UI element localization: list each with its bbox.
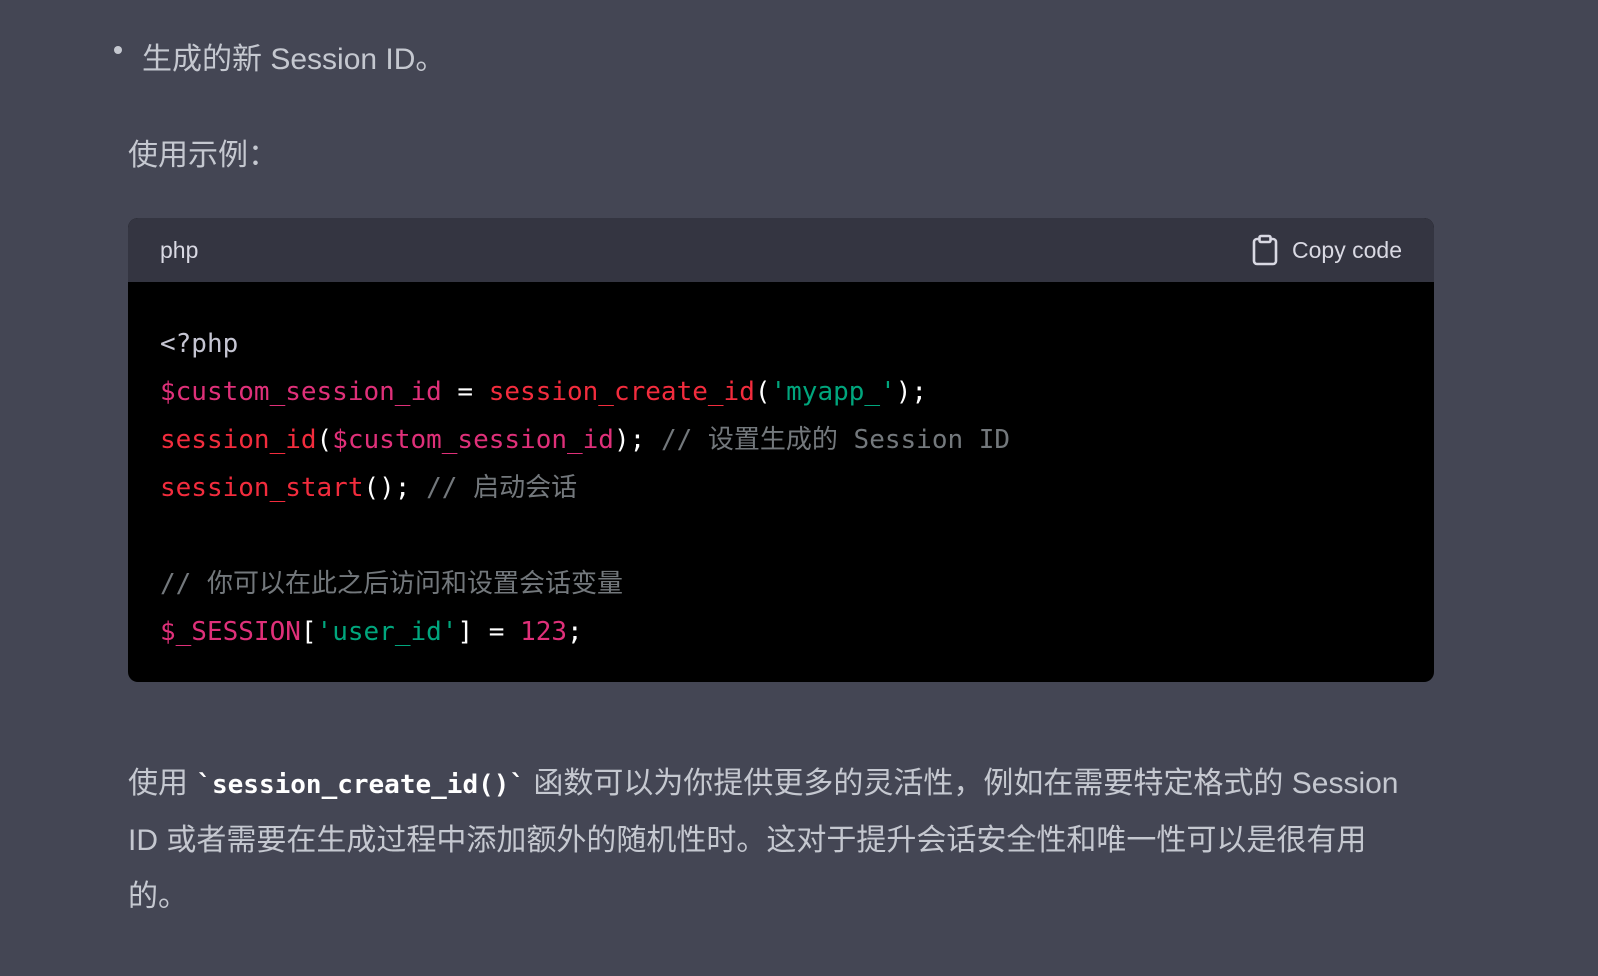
code-token-var: $custom_session_id <box>332 425 614 455</box>
paragraph-text-before: 使用 <box>128 767 197 800</box>
code-line: // 你可以在此之后访问和设置会话变量 <box>160 560 1402 608</box>
bullet-text: 生成的新 Session ID。 <box>142 43 446 76</box>
code-token-str: 'myapp_' <box>770 377 896 407</box>
clipboard-icon <box>1252 234 1278 266</box>
code-token-meta: <?php <box>160 329 239 359</box>
code-token-punc: ( <box>754 377 771 407</box>
bullet-list-item: 生成的新 Session ID。 <box>114 34 446 78</box>
code-token-num: 123 <box>520 617 568 647</box>
example-label: 使用示例： <box>128 139 278 172</box>
code-line: session_start(); // 启动会话 <box>160 464 1402 512</box>
code-token-comment: // 你可以在此之后访问和设置会话变量 <box>160 569 623 599</box>
code-line: $custom_session_id = session_create_id('… <box>160 368 1402 416</box>
bullet-dot-icon <box>114 46 122 54</box>
copy-code-button[interactable]: Copy code <box>1252 234 1402 266</box>
code-token-comment: // 设置生成的 Session ID <box>660 425 1011 455</box>
code-header: php Copy code <box>128 218 1434 282</box>
code-token-fn: session_start <box>160 473 364 503</box>
code-token-punc: ; <box>567 617 583 647</box>
code-token-comment: // 启动会话 <box>426 473 578 503</box>
code-token-var: $_SESSION <box>160 617 301 647</box>
code-line: session_id($custom_session_id); // 设置生成的… <box>160 416 1402 464</box>
code-token-fn: session_id <box>160 425 317 455</box>
code-token-punc: ); <box>613 425 661 455</box>
code-token-punc: = <box>441 377 489 407</box>
code-token-punc: ] = <box>457 617 521 647</box>
code-line: $_SESSION['user_id'] = 123; <box>160 608 1402 656</box>
code-line: <?php <box>160 320 1402 368</box>
explanation-paragraph: 使用 `session_create_id()` 函数可以为你提供更多的灵活性，… <box>128 756 1418 925</box>
code-token-punc: ( <box>316 425 333 455</box>
code-token-punc: [ <box>300 617 317 647</box>
code-token-punc: (); <box>363 473 427 503</box>
code-block: php Copy code <?php $custom_session_id = … <box>128 218 1434 682</box>
copy-code-label: Copy code <box>1292 236 1402 263</box>
code-token-str: 'user_id' <box>316 617 458 647</box>
code-token-fn: session_create_id <box>488 377 755 407</box>
code-token-punc: ); <box>895 377 928 407</box>
code-body: <?php $custom_session_id = session_create… <box>128 282 1434 656</box>
code-language-label: php <box>160 236 199 263</box>
inline-code: `session_create_id()` <box>196 770 526 800</box>
code-token-var: $custom_session_id <box>160 377 442 407</box>
